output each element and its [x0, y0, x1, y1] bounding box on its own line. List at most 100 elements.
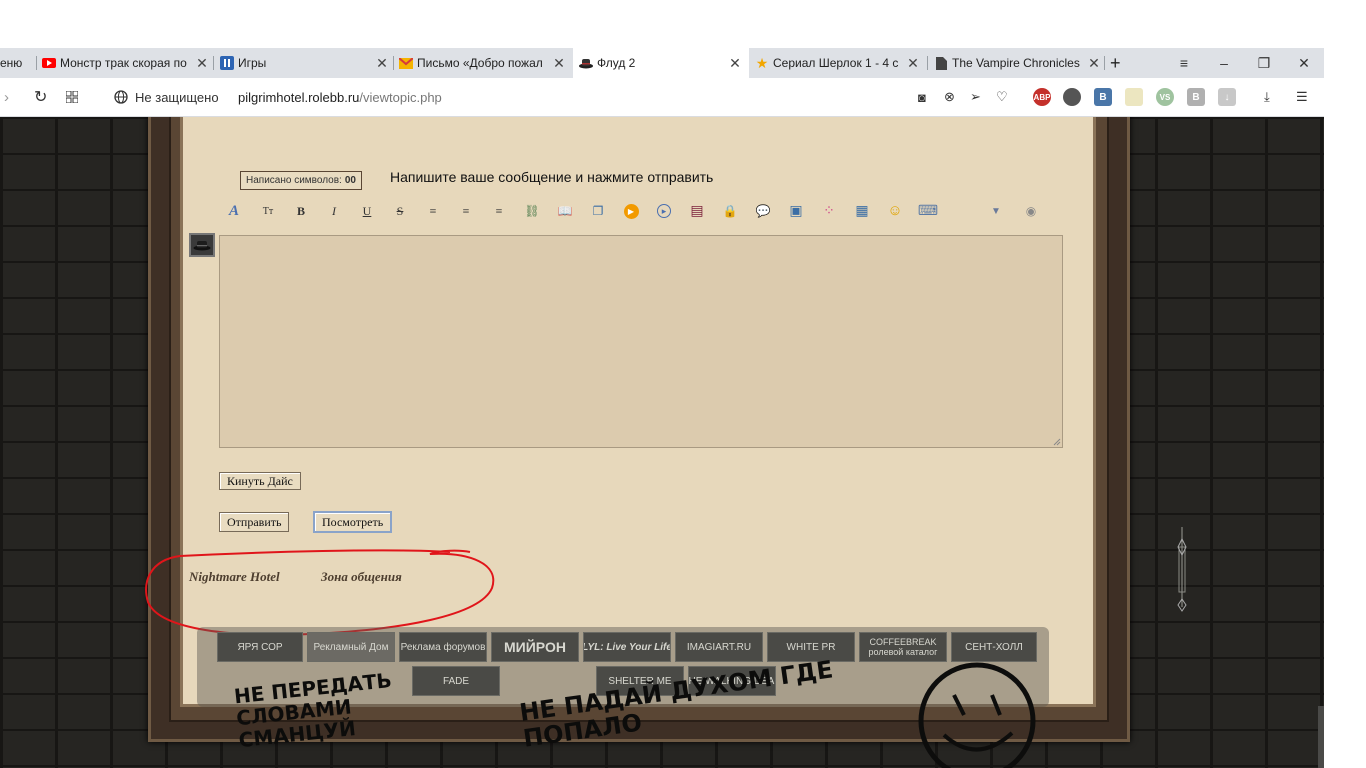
tab-flood-2[interactable]: Флуд 2 ✕ — [573, 48, 749, 78]
color-palette-icon[interactable]: ⁘ — [819, 201, 839, 221]
link-icon[interactable]: ⛓ — [522, 201, 542, 221]
heart-icon[interactable]: ♡ — [996, 78, 1008, 116]
font-size-icon[interactable]: Tт — [258, 201, 278, 221]
close-tab-icon[interactable]: ✕ — [727, 55, 743, 72]
mail-ext-icon[interactable] — [1125, 88, 1143, 106]
mail-icon — [399, 56, 413, 70]
banner-12[interactable]: THE WALKING DEAD — [688, 666, 776, 696]
star-icon: ★ — [755, 54, 769, 71]
banner-1[interactable]: ЯРЯ СОР — [217, 632, 303, 662]
tab-label: Письмо «Добро пожал — [417, 56, 543, 70]
hat-icon — [579, 56, 593, 70]
align-right-icon[interactable]: ≡ — [489, 201, 509, 221]
strikethrough-icon[interactable]: S — [390, 201, 410, 221]
font-color-icon[interactable]: A — [224, 201, 244, 221]
align-left-icon[interactable]: ≡ — [423, 201, 443, 221]
page-icon — [934, 56, 948, 70]
restore-button[interactable]: ❐ — [1244, 48, 1284, 78]
downloads-icon[interactable]: ⤓ — [1264, 78, 1270, 116]
download-ext-icon[interactable]: ↓ — [1218, 88, 1236, 106]
close-tab-icon[interactable]: ✕ — [551, 55, 567, 72]
breadcrumb-section[interactable]: Зона общения — [321, 569, 402, 585]
tab-label: The Vampire Chronicles — [952, 56, 1080, 70]
vk-icon[interactable]: B — [1094, 88, 1112, 106]
preview-button[interactable]: Посмотреть — [313, 511, 393, 533]
vs-icon[interactable]: VS — [1156, 88, 1174, 106]
banner-7[interactable]: WHITE PR — [767, 632, 855, 662]
globe-icon[interactable] — [114, 78, 128, 116]
tab-vampire-chronicles[interactable]: The Vampire Chronicles ✕ — [934, 48, 1102, 78]
tab-label: Флуд 2 — [597, 56, 636, 70]
close-tab-icon[interactable]: ✕ — [905, 55, 921, 72]
new-tab-button[interactable]: + — [1110, 48, 1128, 78]
ghost-icon[interactable] — [1063, 88, 1081, 106]
forward-icon[interactable]: › — [4, 78, 9, 116]
tab-monster-truck[interactable]: Монстр трак скорая по ✕ — [42, 48, 210, 78]
smiley-icon[interactable]: ☺ — [885, 201, 905, 221]
avatar[interactable] — [189, 233, 215, 257]
frame-hanger-icon — [1177, 527, 1187, 612]
banner-2[interactable]: Рекламный Дом — [307, 632, 395, 662]
close-tab-icon[interactable]: ✕ — [374, 55, 390, 72]
form-hint: Напишите ваше сообщение и нажмите отправ… — [390, 169, 714, 185]
bold-icon[interactable]: B — [291, 201, 311, 221]
block-icon[interactable]: ⊗ — [944, 78, 955, 116]
char-counter-label: Написано символов: — [246, 175, 342, 186]
underline-icon[interactable]: U — [357, 201, 377, 221]
camera-icon[interactable]: ◙ — [918, 78, 926, 116]
page-scrollbar-track[interactable] — [1324, 117, 1366, 768]
send-icon[interactable]: ➢ — [970, 78, 981, 116]
italic-icon[interactable]: I — [324, 201, 344, 221]
games-icon — [220, 56, 234, 70]
message-textarea[interactable] — [219, 235, 1063, 448]
table-icon[interactable]: ▦ — [852, 201, 872, 221]
speech-icon[interactable]: 💬 — [753, 201, 773, 221]
resize-handle-icon[interactable] — [1053, 438, 1061, 446]
tab-games[interactable]: Игры ✕ — [220, 48, 390, 78]
tab-label: еню — [0, 56, 23, 70]
tab-partial[interactable]: еню — [0, 48, 34, 78]
dropdown-icon[interactable]: ▼ — [986, 201, 1006, 221]
tab-sherlock[interactable]: ★ Сериал Шерлок 1 - 4 с ✕ — [755, 48, 921, 78]
vk2-icon[interactable]: B — [1187, 88, 1205, 106]
adblock-icon[interactable]: ABP — [1033, 88, 1051, 106]
close-tab-icon[interactable]: ✕ — [1086, 55, 1102, 72]
grid-icon[interactable] — [66, 78, 78, 116]
video-icon[interactable]: ▸ — [654, 201, 674, 221]
tab-label: Монстр трак скорая по — [60, 56, 187, 70]
keyboard-icon[interactable]: ⌨ — [918, 201, 938, 221]
url-path: /viewtopic.php — [359, 89, 442, 105]
banner-3[interactable]: Реклама форумов — [399, 632, 487, 662]
tab-mail[interactable]: Письмо «Добро пожал ✕ — [399, 48, 567, 78]
char-counter-value: 00 — [344, 175, 356, 186]
reload-icon[interactable]: ↻ — [34, 78, 47, 116]
url-field[interactable]: pilgrimhotel.rolebb.ru/viewtopic.php — [238, 78, 442, 116]
banner-11[interactable]: SHELTER ME — [596, 666, 684, 696]
page-scrollbar-thumb[interactable] — [1318, 706, 1324, 768]
breadcrumb-forum[interactable]: Nightmare Hotel — [189, 569, 280, 585]
security-label[interactable]: Не защищено — [135, 78, 219, 116]
align-center-icon[interactable]: ≡ — [456, 201, 476, 221]
char-counter: Написано символов: 00 — [240, 171, 362, 190]
roll-dice-button[interactable]: Кинуть Дайс — [219, 472, 301, 490]
close-tab-icon[interactable]: ✕ — [194, 55, 210, 72]
banner-4[interactable]: МИЙРОН — [491, 632, 579, 662]
cup-icon[interactable]: ◉ — [1021, 201, 1041, 221]
close-window-button[interactable]: ✕ — [1284, 48, 1324, 78]
banner-6[interactable]: IMAGIART.RU — [675, 632, 763, 662]
tab-label: Сериал Шерлок 1 - 4 с — [773, 56, 899, 70]
banner-10[interactable]: FADE — [412, 666, 500, 696]
forum-page: Написано символов: 00 Напишите ваше сообщ… — [0, 117, 1324, 768]
send-button[interactable]: Отправить — [219, 512, 290, 532]
lock-icon[interactable]: 🔒 — [720, 201, 740, 221]
play-icon[interactable]: ▶ — [621, 201, 641, 221]
image-icon[interactable]: ▣ — [786, 201, 806, 221]
settings-icon[interactable]: ☰ — [1296, 78, 1308, 116]
minimize-button[interactable]: – — [1204, 48, 1244, 78]
tab-menu-button[interactable]: ≡ — [1164, 48, 1204, 78]
book-icon[interactable]: 📖 — [555, 201, 575, 221]
smiley-graffiti-icon — [918, 662, 1036, 768]
banner-5[interactable]: LYL: Live Your Life — [583, 632, 671, 662]
books-icon[interactable]: ▤ — [687, 201, 707, 221]
copy-icon[interactable]: ❐ — [588, 201, 608, 221]
